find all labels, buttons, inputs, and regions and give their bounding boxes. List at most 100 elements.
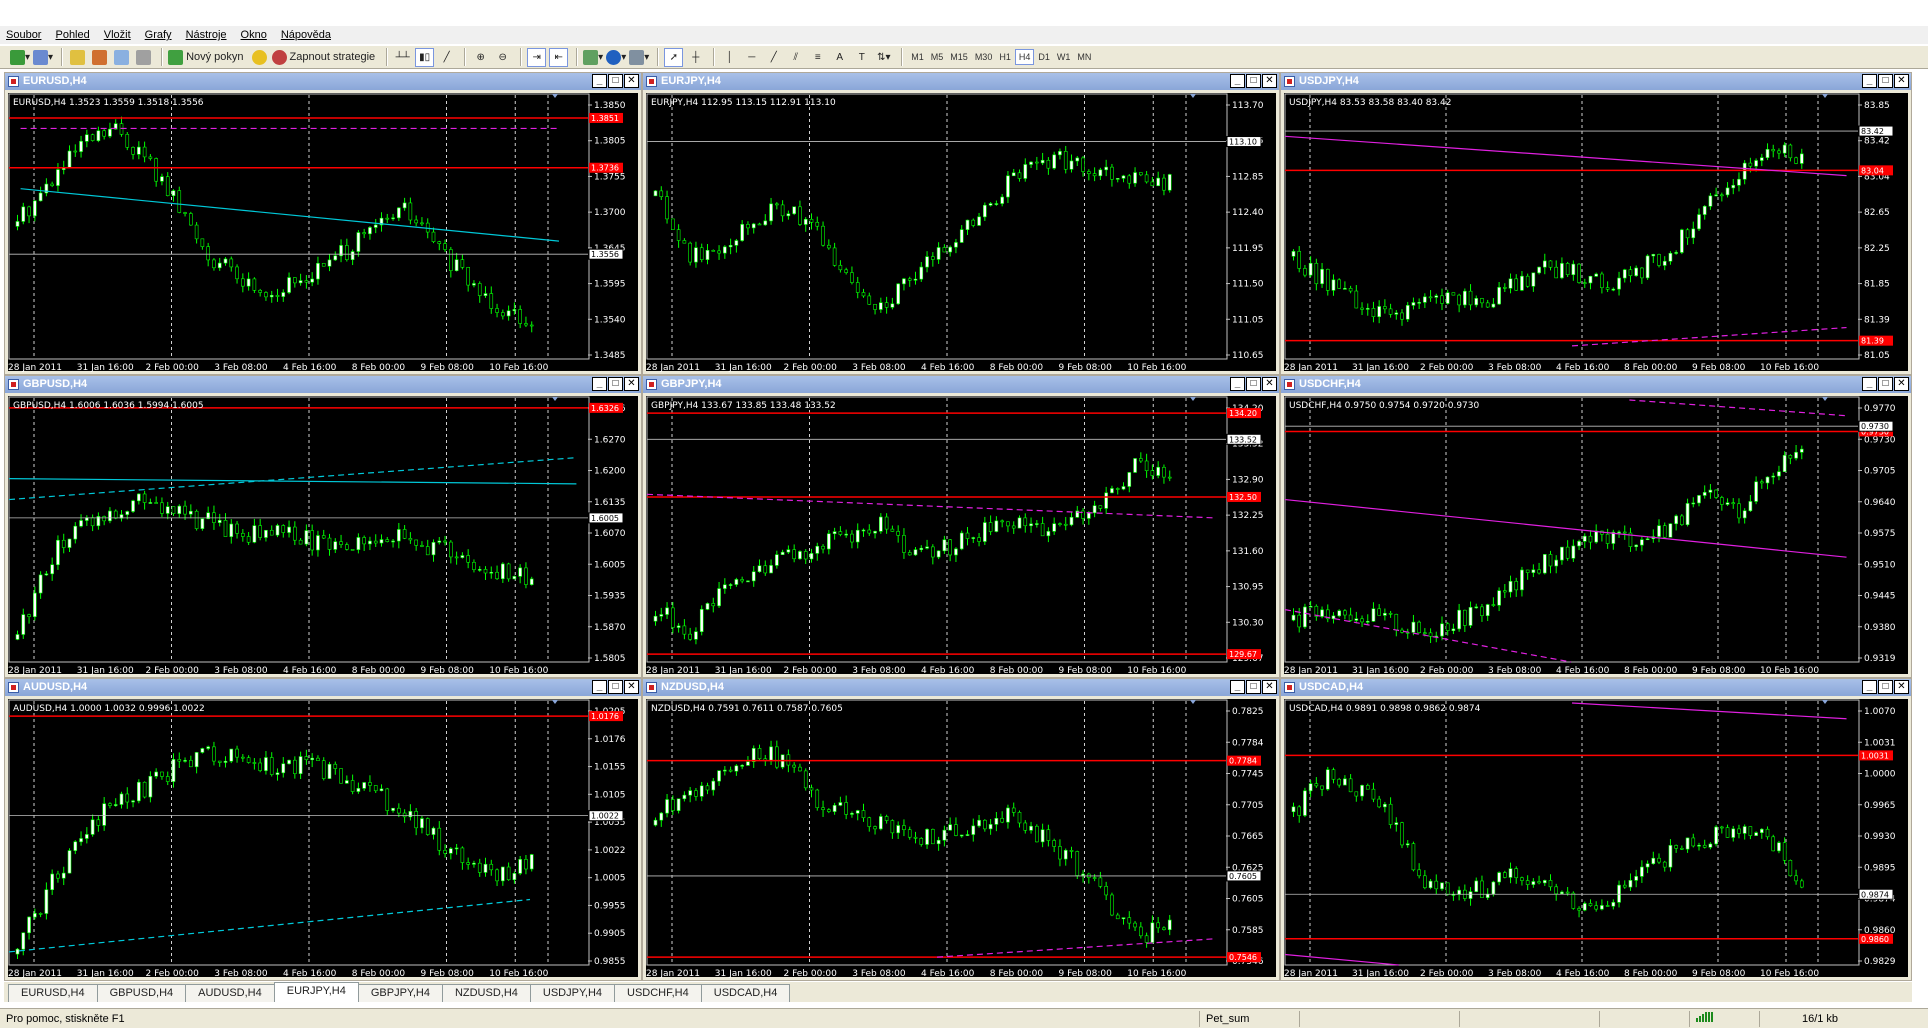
tester-button[interactable] [134,48,153,67]
minimize-button[interactable]: _ [1862,377,1877,391]
maximize-button[interactable]: □ [1878,377,1893,391]
chart-tab[interactable]: USDJPY,H4 [529,984,616,1002]
minimize-button[interactable]: _ [1230,680,1245,694]
chart-canvas[interactable]: 28 Jan 2011 31 Jan 16:00 2 Feb 00:00 3 Feb … [8,699,638,979]
timeframe-w1[interactable]: W1 [1054,50,1074,64]
arrows-icon[interactable]: ⇅▾ [874,48,893,67]
timeframe-m30[interactable]: M30 [972,50,996,64]
chart-canvas[interactable]: 28 Jan 2011 31 Jan 16:00 2 Feb 00:00 3 Feb … [646,699,1276,979]
close-button[interactable]: ✕ [1262,74,1277,88]
periods-button[interactable]: ▾ [606,48,626,67]
minimize-button[interactable]: _ [592,377,607,391]
chart-tab[interactable]: USDCHF,H4 [614,984,702,1002]
minimize-button[interactable]: _ [1862,74,1877,88]
close-button[interactable]: ✕ [1894,377,1909,391]
chart-window-title[interactable]: NZDUSD,H4 _ □ ✕ [643,679,1279,696]
indicators-button[interactable]: ▾ [583,48,603,67]
chart-window-title[interactable]: EURJPY,H4 _ □ ✕ [643,73,1279,90]
strategies-button[interactable]: Zapnout strategie [271,48,379,67]
profiles-button[interactable]: ▾ [33,48,53,67]
maximize-button[interactable]: □ [1246,377,1261,391]
timeframe-d1[interactable]: D1 [1035,50,1053,64]
timeframe-m5[interactable]: M5 [928,50,947,64]
chart-window-title[interactable]: USDJPY,H4 _ □ ✕ [1281,73,1911,90]
chart-canvas[interactable]: 28 Jan 2011 31 Jan 16:00 2 Feb 00:00 3 Feb … [8,396,638,676]
chart-window[interactable]: AUDUSD,H4 _ □ ✕ 28 Jan 2011 31 Jan 16:00 2 Feb… [4,678,642,981]
text-icon[interactable]: A [830,48,849,67]
vertical-line-icon[interactable]: │ [720,48,739,67]
chart-window[interactable]: USDJPY,H4 _ □ ✕ 28 Jan 2011 31 Jan 16:00 2 Feb… [1280,72,1912,375]
channel-icon[interactable]: ⫽ [786,48,805,67]
terminal-button[interactable] [112,48,131,67]
chart-window-title[interactable]: USDCAD,H4 _ □ ✕ [1281,679,1911,696]
chart-window-title[interactable]: GBPJPY,H4 _ □ ✕ [643,376,1279,393]
minimize-button[interactable]: _ [1230,74,1245,88]
chart-window-title[interactable]: GBPUSD,H4 _ □ ✕ [5,376,641,393]
chart-canvas[interactable]: 28 Jan 2011 31 Jan 16:00 2 Feb 00:00 3 Feb … [646,396,1276,676]
close-button[interactable]: ✕ [1262,680,1277,694]
menu-item-2[interactable]: Vložit [104,29,131,41]
close-button[interactable]: ✕ [1894,680,1909,694]
chart-tab[interactable]: EURJPY,H4 [273,982,359,1002]
line-chart-button[interactable]: ╱ [437,48,456,67]
chart-tab[interactable]: GBPJPY,H4 [357,984,443,1002]
new-order-button[interactable]: Nový pokyn [168,48,246,67]
navigator-button[interactable] [90,48,109,67]
menu-item-6[interactable]: Nápověda [281,29,331,41]
menu-item-1[interactable]: Pohled [55,29,89,41]
timeframe-h1[interactable]: H1 [996,50,1014,64]
minimize-button[interactable]: _ [1862,680,1877,694]
chart-tab[interactable]: USDCAD,H4 [700,984,791,1002]
timeframe-m15[interactable]: M15 [947,50,971,64]
horizontal-line-icon[interactable]: ─ [742,48,761,67]
minimize-button[interactable]: _ [592,680,607,694]
chart-canvas[interactable]: 28 Jan 2011 31 Jan 16:00 2 Feb 00:00 3 Feb … [1284,699,1908,979]
metaeditor-button[interactable] [250,48,269,67]
chart-window-title[interactable]: USDCHF,H4 _ □ ✕ [1281,376,1911,393]
menu-item-3[interactable]: Grafy [145,29,172,41]
cursor-icon[interactable]: ➚ [664,47,684,67]
maximize-button[interactable]: □ [1878,680,1893,694]
candle-chart-button[interactable]: ▮▯ [415,47,435,67]
chart-window[interactable]: GBPJPY,H4 _ □ ✕ 28 Jan 2011 31 Jan 16:00 2 Feb… [642,375,1280,678]
autoscroll-button[interactable]: ⇥ [527,47,547,67]
chart-shift-button[interactable]: ⇤ [549,47,569,67]
chart-window[interactable]: USDCAD,H4 _ □ ✕ 28 Jan 2011 31 Jan 16:00 2 Feb… [1280,678,1912,981]
close-button[interactable]: ✕ [1894,74,1909,88]
maximize-button[interactable]: □ [608,377,623,391]
minimize-button[interactable]: _ [592,74,607,88]
close-button[interactable]: ✕ [624,680,639,694]
chart-tab[interactable]: AUDUSD,H4 [185,984,275,1002]
chart-tab[interactable]: NZDUSD,H4 [441,984,531,1002]
market-watch-button[interactable] [68,48,87,67]
new-chart-button[interactable]: ▾ [10,48,30,67]
menu-item-5[interactable]: Okno [241,29,267,41]
zoom-in-icon[interactable]: ⊕ [471,48,490,67]
maximize-button[interactable]: □ [1246,74,1261,88]
bar-chart-button[interactable]: ┴┴ [393,48,412,67]
chart-window[interactable]: EURJPY,H4 _ □ ✕ 28 Jan 2011 31 Jan 16:00 2 Feb… [642,72,1280,375]
maximize-button[interactable]: □ [608,680,623,694]
chart-canvas[interactable]: 28 Jan 2011 31 Jan 16:00 2 Feb 00:00 3 Feb … [1284,396,1908,676]
maximize-button[interactable]: □ [1878,74,1893,88]
chart-canvas[interactable]: 28 Jan 2011 31 Jan 16:00 2 Feb 00:00 3 Feb … [646,93,1276,373]
trendline-icon[interactable]: ╱ [764,48,783,67]
close-button[interactable]: ✕ [624,74,639,88]
minimize-button[interactable]: _ [1230,377,1245,391]
text-label-icon[interactable]: T [852,48,871,67]
crosshair-icon[interactable]: ┼ [686,48,705,67]
chart-window[interactable]: EURUSD,H4 _ □ ✕ 28 Jan 2011 31 Jan 16:00 2 Feb… [4,72,642,375]
timeframe-m1[interactable]: M1 [908,50,927,64]
close-button[interactable]: ✕ [1262,377,1277,391]
templates-button[interactable]: ▾ [629,48,649,67]
timeframe-h4[interactable]: H4 [1014,49,1035,65]
maximize-button[interactable]: □ [608,74,623,88]
maximize-button[interactable]: □ [1246,680,1261,694]
chart-canvas[interactable]: 28 Jan 2011 31 Jan 16:00 2 Feb 00:00 3 Feb … [8,93,638,373]
timeframe-mn[interactable]: MN [1074,50,1094,64]
close-button[interactable]: ✕ [624,377,639,391]
fibo-icon[interactable]: ≡ [808,48,827,67]
zoom-out-icon[interactable]: ⊖ [493,48,512,67]
chart-window[interactable]: NZDUSD,H4 _ □ ✕ 28 Jan 2011 31 Jan 16:00 2 Feb… [642,678,1280,981]
chart-canvas[interactable]: 28 Jan 2011 31 Jan 16:00 2 Feb 00:00 3 Feb … [1284,93,1908,373]
